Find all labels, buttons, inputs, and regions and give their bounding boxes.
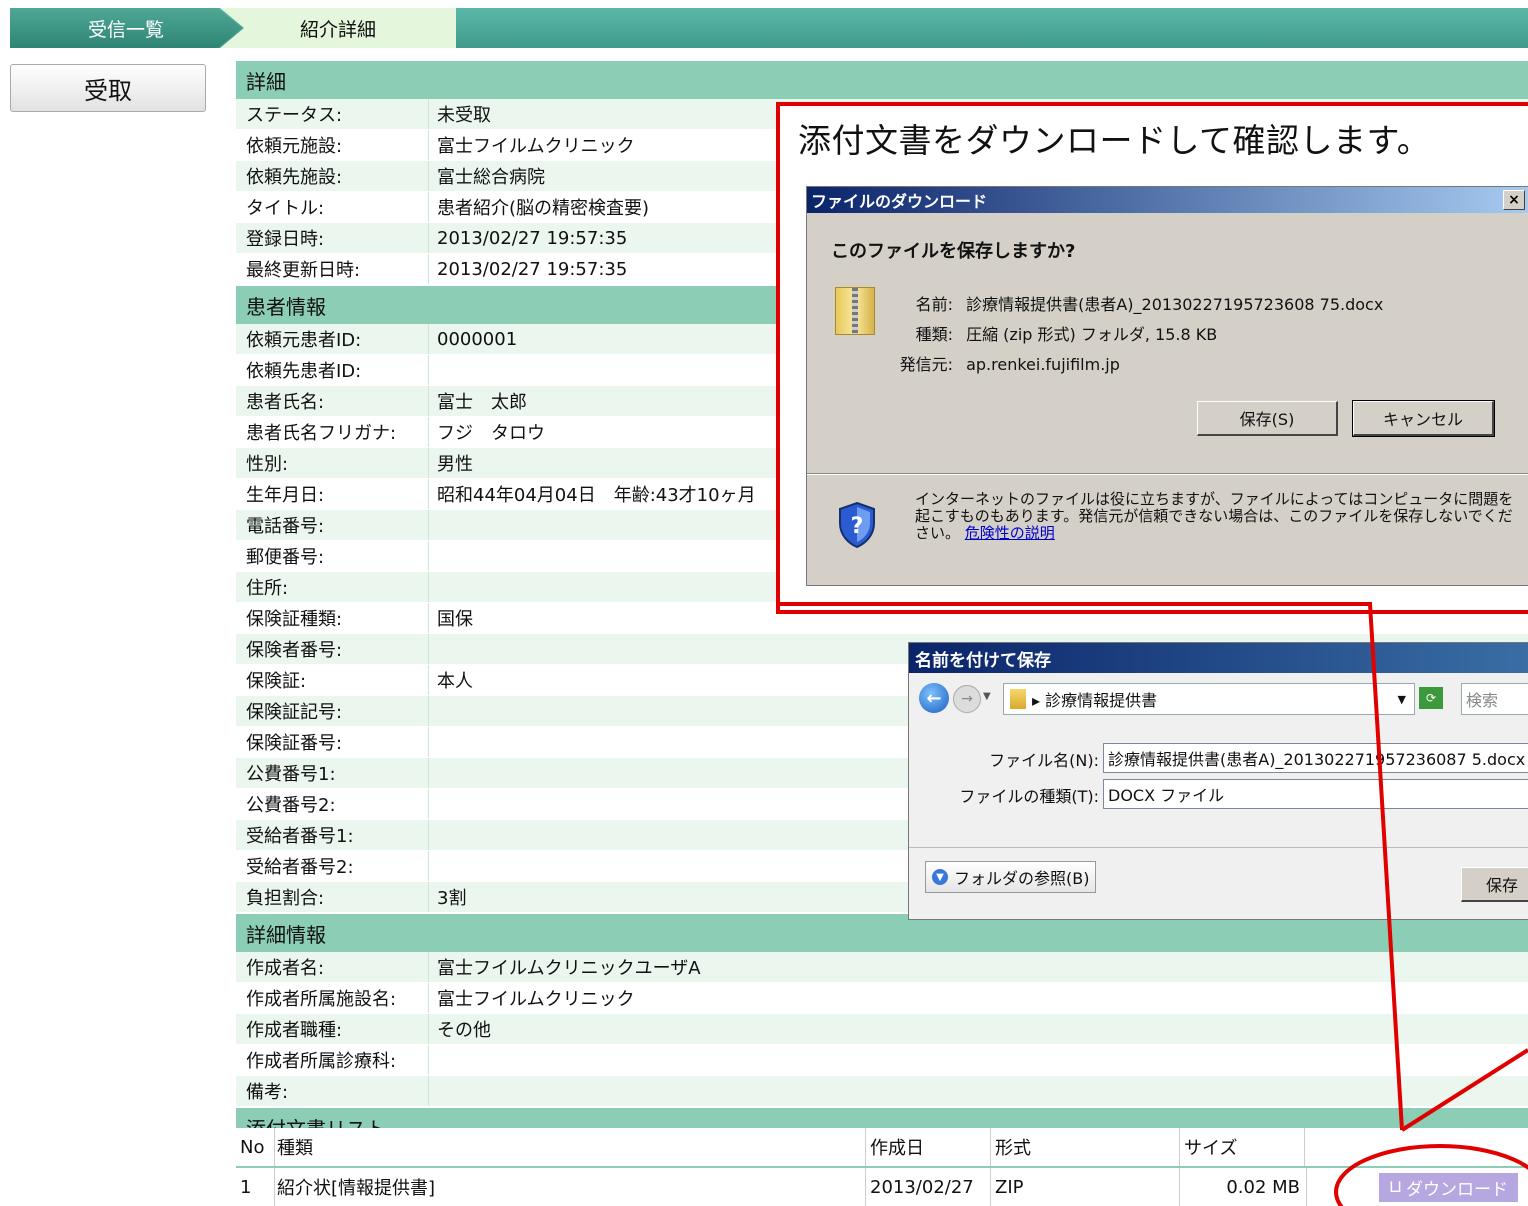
highlight-ellipse (1334, 1144, 1528, 1206)
annotation-arrows (776, 602, 1528, 1206)
pointer-line (1400, 1048, 1528, 1132)
pointer-line (776, 602, 1404, 1131)
